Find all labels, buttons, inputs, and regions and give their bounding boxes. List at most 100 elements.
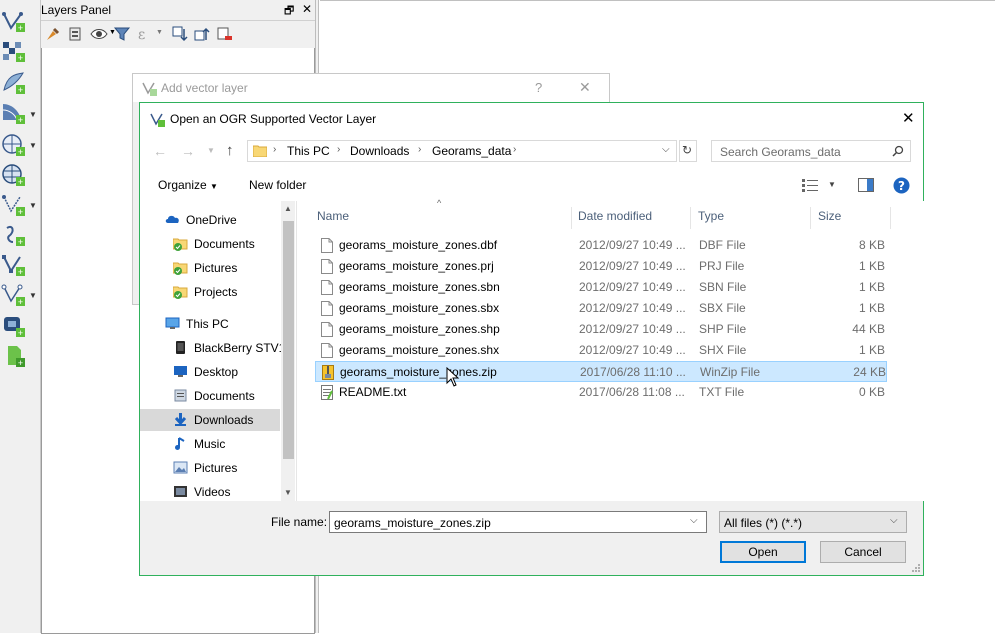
new-folder-button[interactable]: New folder [249, 178, 306, 192]
resize-grip-icon[interactable] [911, 563, 921, 573]
nav-item-downloads[interactable]: Downloads [140, 409, 280, 431]
file-name-value: georams_moisture_zones.zip [334, 516, 491, 530]
nav-item-label: This PC [186, 317, 229, 331]
view-dropdown-icon[interactable]: ▼ [828, 180, 836, 189]
visibility-icon[interactable] [90, 25, 108, 43]
add-delimited-text-icon[interactable]: + [1, 222, 27, 248]
file-name: README.txt [339, 385, 407, 399]
file-size: 44 KB [852, 322, 885, 336]
back-arrow-icon[interactable]: ← [153, 143, 167, 159]
nav-item-label: Projects [194, 285, 238, 299]
svg-text:+: + [18, 85, 23, 95]
file-type: SBN File [699, 280, 747, 294]
layers-panel-header: Layers Panel 🗗 ✕ [41, 0, 315, 21]
file-row[interactable]: georams_moisture_zones.shp 2012/09/27 10:… [315, 319, 887, 340]
wms-dropdown-icon[interactable]: ▼ [29, 110, 37, 119]
remove-layer-icon[interactable] [215, 25, 233, 43]
forward-arrow-icon[interactable]: → [181, 143, 195, 159]
file-row[interactable]: georams_moisture_zones.sbx 2012/09/27 10:… [315, 298, 887, 319]
float-panel-icon[interactable]: 🗗 [284, 2, 294, 21]
file-row[interactable]: georams_moisture_zones.dbf 2012/09/27 10:… [315, 235, 887, 256]
breadcrumb-georams-data[interactable]: Georams_data [432, 144, 511, 158]
cancel-button[interactable]: Cancel [820, 541, 906, 563]
add-spatialite-icon[interactable]: + [1, 70, 27, 96]
file-row[interactable]: georams_moisture_zones.prj 2012/09/27 10:… [315, 256, 887, 277]
nav-item-label: OneDrive [186, 213, 237, 227]
help-icon[interactable]: ? [535, 80, 542, 95]
column-header-type[interactable]: Type [698, 207, 811, 229]
add-group-icon[interactable] [67, 25, 85, 43]
nav-item-projects[interactable]: Projects [140, 281, 280, 303]
column-header-date[interactable]: Date modified [578, 207, 691, 229]
address-bar[interactable]: › This PC › Downloads › Georams_data › ⌵ [247, 140, 677, 162]
nav-item-pictures[interactable]: Pictures [140, 257, 280, 279]
new-shapefile-icon[interactable]: + [1, 282, 27, 308]
virtual-layer-dropdown-icon[interactable]: ▼ [29, 201, 37, 210]
file-row[interactable]: georams_moisture_zones.shx 2012/09/27 10:… [315, 340, 887, 361]
file-name-input[interactable]: georams_moisture_zones.zip ⌵ [329, 511, 707, 533]
add-wcs-icon[interactable]: + [1, 132, 27, 158]
file-type: SHX File [699, 343, 747, 357]
file-size: 8 KB [858, 238, 885, 252]
file-name: georams_moisture_zones.dbf [339, 238, 498, 252]
organize-button[interactable]: Organize ▼ [158, 178, 218, 192]
wcs-dropdown-icon[interactable]: ▼ [29, 141, 37, 150]
close-icon[interactable]: ✕ [902, 109, 915, 127]
add-wms-icon[interactable]: + [1, 100, 27, 126]
filter-legend-icon[interactable] [113, 25, 131, 43]
nav-item-onedrive[interactable]: OneDrive [140, 209, 280, 231]
help-icon[interactable]: ? [893, 177, 910, 194]
add-raster-icon[interactable]: + [1, 38, 27, 64]
file-row[interactable]: README.txt 2017/06/28 11:08 ... TXT File 0 … [315, 382, 887, 403]
folder-icon [253, 145, 267, 157]
close-icon[interactable]: ✕ [579, 79, 591, 96]
nav-item-pictures[interactable]: Pictures [140, 457, 280, 479]
up-arrow-icon[interactable]: ↑ [226, 142, 234, 159]
chevron-down-icon[interactable]: ⌵ [690, 515, 698, 526]
file-type-select[interactable]: All files (*) (*.*) ⌵ [719, 511, 907, 533]
file-row[interactable]: georams_moisture_zones.zip 2017/06/28 11:… [315, 361, 887, 382]
file-row[interactable]: georams_moisture_zones.sbn 2012/09/27 10:… [315, 277, 887, 298]
add-gpx-icon[interactable]: + [1, 252, 27, 278]
open-button[interactable]: Open [720, 541, 806, 563]
nav-item-this-pc[interactable]: This PC [140, 313, 280, 335]
breadcrumb-downloads[interactable]: Downloads [350, 144, 409, 158]
scroll-up-icon[interactable]: ▲ [284, 204, 292, 213]
add-wfs-icon[interactable]: + [1, 162, 27, 188]
refresh-button[interactable]: ↻ [679, 140, 697, 162]
filter-expression-dropdown-icon[interactable]: ▼ [156, 29, 163, 36]
collapse-all-icon[interactable] [193, 25, 211, 43]
nav-item-documents[interactable]: Documents [140, 385, 280, 407]
expand-all-icon[interactable] [171, 25, 189, 43]
nav-scrollbar[interactable]: ▲ ▼ [281, 201, 295, 501]
column-header-name[interactable]: Name [317, 207, 572, 229]
scroll-thumb[interactable] [283, 221, 294, 459]
nav-item-videos[interactable]: Videos [140, 481, 280, 503]
digitize-vertex-icon[interactable]: + [1, 8, 27, 34]
search-input[interactable]: Search Georams_data [711, 140, 911, 162]
layer-style-icon[interactable] [44, 25, 62, 43]
file-type: WinZip File [700, 365, 761, 379]
close-panel-icon[interactable]: ✕ [302, 2, 312, 16]
view-options-icon[interactable] [802, 178, 818, 192]
organize-label: Organize [158, 178, 207, 192]
new-layer-dropdown-icon[interactable]: ▼ [29, 291, 37, 300]
chevron-down-icon[interactable]: ⌵ [662, 144, 670, 155]
breadcrumb-this-pc[interactable]: This PC [287, 144, 330, 158]
new-spatialite-layer-icon[interactable]: + [1, 313, 27, 339]
column-header-size[interactable]: Size [818, 207, 891, 229]
preview-pane-icon[interactable] [858, 178, 874, 192]
chevron-down-icon: ⌵ [890, 515, 898, 526]
layers-toolbar: ▼ ε ▼ [41, 21, 315, 49]
nav-item-blackberry-stv1[interactable]: BlackBerry STV1( [140, 337, 289, 359]
file-type: SBX File [699, 301, 746, 315]
nav-item-documents[interactable]: Documents [140, 233, 280, 255]
recent-locations-icon[interactable]: ▼ [207, 146, 215, 155]
nav-item-music[interactable]: Music [140, 433, 280, 455]
navigation-pane: OneDrive Documents Pictures Projects This PC… [140, 201, 296, 501]
new-geopackage-icon[interactable]: + [1, 343, 27, 369]
scroll-down-icon[interactable]: ▼ [284, 488, 292, 497]
nav-item-desktop[interactable]: Desktop [140, 361, 280, 383]
add-virtual-layer-icon[interactable]: + [1, 192, 27, 218]
filter-expression-icon[interactable]: ε [136, 25, 154, 43]
